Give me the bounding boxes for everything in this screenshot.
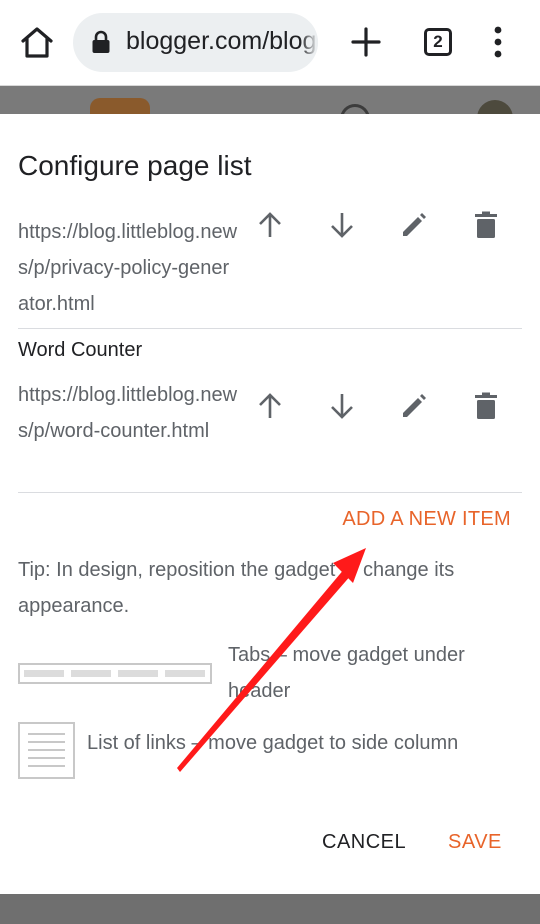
tab-block: [118, 670, 158, 677]
list-line: [28, 733, 65, 735]
list-line: [28, 765, 65, 767]
tab-switcher-button[interactable]: 2: [424, 28, 452, 56]
page-bottom: [0, 893, 540, 924]
plus-icon[interactable]: [350, 26, 382, 58]
tab-block: [165, 670, 205, 677]
tabs-layout-label: Tabs – move gadget under header: [228, 644, 465, 702]
edit-pencil-icon[interactable]: [399, 391, 429, 421]
item-url: https://blog.littleblog.news/p/word-coun…: [18, 384, 238, 442]
tip-text: Tip: In design, reposition the gadget to…: [18, 559, 455, 617]
tabs-layout-preview: [18, 663, 212, 684]
url-fade: [300, 13, 318, 72]
arrow-down-icon[interactable]: [327, 391, 357, 421]
list-layout-label: List of links – move gadget to side colu…: [87, 732, 459, 754]
configure-page-list-dialog: Configure page list https://blog.littleb…: [0, 114, 540, 894]
cancel-button[interactable]: CANCEL: [322, 831, 406, 854]
more-vert-icon[interactable]: [488, 26, 508, 60]
item-url: https://blog.littleblog.news/p/privacy-p…: [18, 221, 238, 315]
delete-trash-icon[interactable]: [471, 210, 501, 240]
dialog-title: Configure page list: [18, 150, 252, 181]
arrow-up-icon[interactable]: [255, 210, 285, 240]
list-line: [28, 757, 65, 759]
item-divider: [18, 328, 522, 329]
tab-block: [24, 670, 64, 677]
item-divider: [18, 492, 522, 493]
edit-pencil-icon[interactable]: [399, 210, 429, 240]
add-new-item-button[interactable]: ADD A NEW ITEM: [342, 508, 511, 531]
home-icon[interactable]: [18, 24, 56, 62]
tab-block: [71, 670, 111, 677]
list-line: [28, 749, 65, 751]
item-name: Word Counter: [18, 339, 143, 361]
save-button[interactable]: SAVE: [448, 831, 502, 854]
list-layout-preview: [18, 722, 75, 779]
list-line: [28, 741, 65, 743]
list-item: Word Counter https://blog.littleblog.new…: [18, 339, 522, 489]
url-text: blogger.com/blog: [126, 27, 317, 55]
lock-icon: [91, 30, 111, 54]
address-bar[interactable]: blogger.com/blog: [73, 13, 318, 72]
list-item: https://blog.littleblog.news/p/privacy-p…: [18, 210, 522, 326]
delete-trash-icon[interactable]: [471, 391, 501, 421]
arrow-up-icon[interactable]: [255, 391, 285, 421]
arrow-down-icon[interactable]: [327, 210, 357, 240]
browser-toolbar: blogger.com/blog 2: [0, 0, 540, 86]
